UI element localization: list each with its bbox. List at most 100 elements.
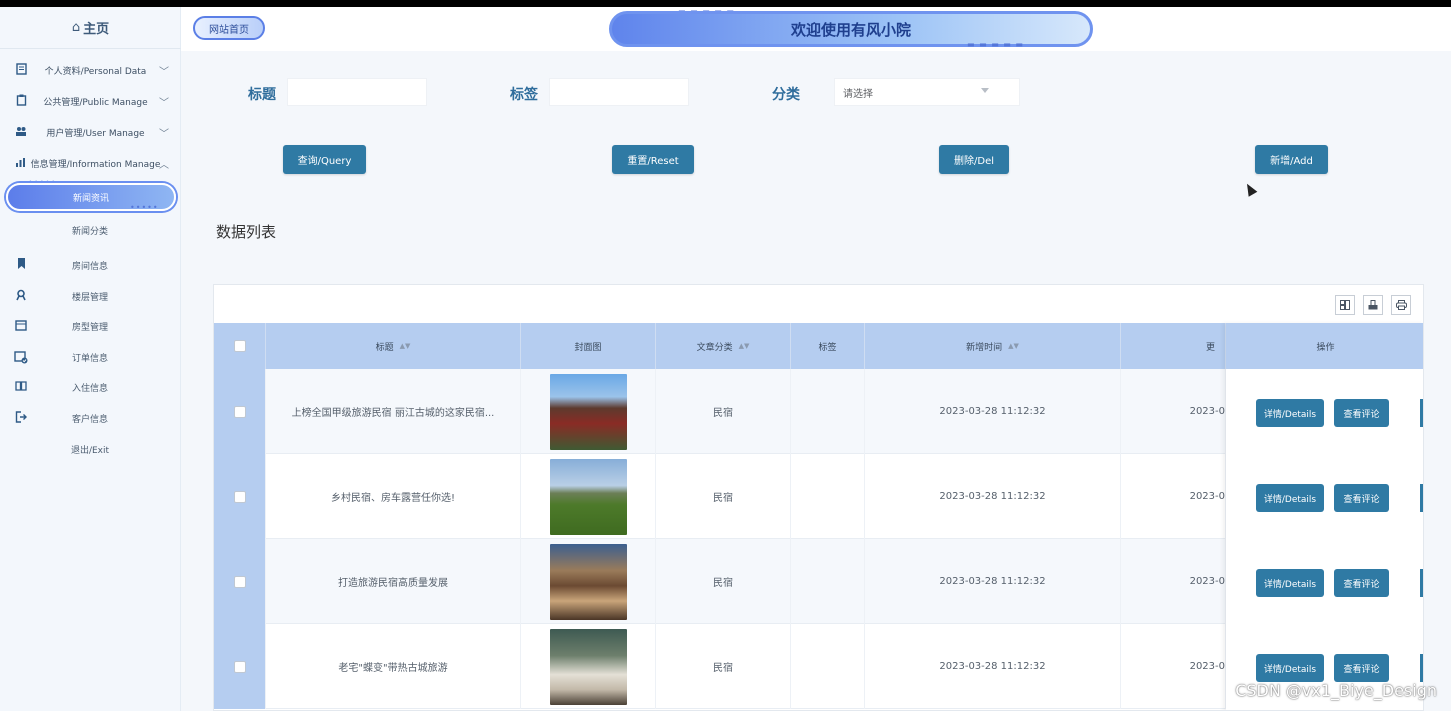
title-filter-input[interactable]	[287, 78, 427, 106]
row-select-cell	[214, 539, 266, 624]
print-icon[interactable]	[1391, 295, 1411, 315]
more-action-button[interactable]	[1420, 399, 1423, 427]
reset-button[interactable]: 重置/Reset	[612, 145, 694, 174]
sidebar-item-label: 新闻分类	[71, 226, 108, 237]
document-icon	[14, 63, 28, 77]
add-button[interactable]: 新增/Add	[1255, 145, 1328, 174]
calendar-icon	[14, 319, 28, 333]
view-comments-button[interactable]: 查看评论	[1334, 569, 1389, 597]
menu-label: 用户管理/User Manage	[46, 128, 145, 139]
created-cell: 2023-03-28 11:12:32	[865, 369, 1121, 454]
view-comments-button[interactable]: 查看评论	[1334, 654, 1389, 682]
bookmark-icon	[14, 258, 28, 272]
row-select-cell	[214, 369, 266, 454]
cover-image	[549, 458, 627, 535]
details-button[interactable]: 详情/Details	[1256, 569, 1324, 597]
more-action-button[interactable]	[1420, 654, 1423, 682]
sidebar-item-customers[interactable]: 客户信息	[0, 403, 181, 433]
columns-icon[interactable]	[1335, 295, 1355, 315]
exit-icon	[14, 411, 28, 425]
query-button[interactable]: 查询/Query	[283, 145, 366, 174]
sort-icon: ▲▼	[399, 342, 411, 350]
chart-icon	[14, 156, 28, 170]
sort-icon: ▲▼	[1008, 342, 1019, 350]
sidebar-item-room-type[interactable]: 房型管理	[0, 311, 181, 341]
delete-button[interactable]: 删除/Del	[939, 145, 1009, 174]
sidebar-item-news-category[interactable]: 新闻分类	[0, 215, 181, 245]
column-header-created[interactable]: 新增时间 ▲▼	[865, 323, 1121, 369]
more-action-button[interactable]	[1420, 569, 1423, 597]
row-checkbox[interactable]	[233, 490, 246, 503]
category-filter-select[interactable]: 请选择	[834, 78, 1020, 106]
welcome-text: 欢迎使用有风小院	[790, 20, 911, 39]
column-header-updated[interactable]: 更	[1121, 323, 1226, 369]
chevron-down-icon: ﹀	[159, 67, 169, 78]
data-table-card: 标题 ▲▼ 封面图 文章分类 ▲▼ 标签 新增时间 ▲▼ 更 上榜全国甲级旅游民宿 丽…	[213, 284, 1424, 711]
menu-personal-data[interactable]: 个人资料/Personal Data ﹀	[0, 55, 181, 85]
sidebar-home-label: 主页	[83, 22, 110, 37]
category-cell: 民宿	[656, 454, 791, 539]
row-checkbox[interactable]	[233, 575, 246, 588]
created-cell: 2023-03-28 11:12:32	[865, 539, 1121, 624]
updated-cell: 2023-0	[1121, 454, 1226, 539]
sidebar-item-floor-manage[interactable]: 楼层管理	[0, 281, 181, 311]
sidebar: ⌂ 主页 个人资料/Personal Data ﹀ 公共管理/Public Ma…	[0, 7, 181, 711]
column-header-title[interactable]: 标题 ▲▼	[266, 323, 521, 369]
tag-cell	[791, 539, 865, 624]
sidebar-item-checkin[interactable]: 入住信息	[0, 372, 181, 402]
cover-cell	[521, 369, 656, 454]
cover-cell	[521, 454, 656, 539]
category-cell: 民宿	[656, 624, 791, 709]
sidebar-item-label: 退出/Exit	[70, 445, 110, 456]
header: 网站首页 ▬ ▬ ▬ ▬ ▬ 欢迎使用有风小院 ▬ ▬ ▬ ▬ ▬	[181, 7, 1451, 51]
watermark-text: CSDN @vx1_Biye_Design	[1235, 681, 1437, 700]
sidebar-item-label: 房型管理	[71, 322, 108, 333]
sidebar-item-label: 房间信息	[71, 261, 108, 272]
calendar-check-icon	[14, 350, 28, 364]
view-comments-button[interactable]: 查看评论	[1334, 399, 1389, 427]
title-cell: 打造旅游民宿高质量发展	[266, 539, 521, 624]
tag-filter-label: 标签	[510, 87, 538, 103]
decor-dots: ▬ ▬ ▬ ▬ ▬	[967, 40, 1024, 49]
cover-cell	[521, 539, 656, 624]
main-content: 标题 标签 分类 请选择 查询/Query 重置/Reset 删除/Del 新增…	[181, 51, 1451, 711]
site-home-button[interactable]: 网站首页	[193, 16, 265, 40]
updated-cell: 2023-0	[1121, 369, 1226, 454]
sidebar-item-label: 楼层管理	[71, 292, 108, 303]
menu-label: 信息管理/Information Manage	[30, 159, 161, 170]
row-checkbox[interactable]	[233, 660, 246, 673]
column-header-actions: 操作	[1226, 323, 1423, 369]
title-cell: 老宅"蝶变"带热古城旅游	[266, 624, 521, 709]
select-all-checkbox[interactable]	[233, 340, 246, 352]
sidebar-item-exit[interactable]: 退出/Exit	[0, 434, 181, 464]
row-select-cell	[214, 624, 266, 709]
export-icon[interactable]	[1363, 295, 1383, 315]
sidebar-item-label: 订单信息	[71, 353, 108, 364]
menu-information-manage[interactable]: 信息管理/Information Manage ︿	[0, 148, 181, 178]
cover-image	[549, 373, 627, 450]
sidebar-home[interactable]: ⌂ 主页	[0, 7, 181, 49]
sidebar-item-label: 客户信息	[71, 414, 108, 425]
column-header-tag: 标签	[791, 323, 865, 369]
tag-cell	[791, 624, 865, 709]
updated-cell: 2023-0	[1121, 539, 1226, 624]
decor-dots: •••••	[130, 203, 159, 212]
menu-public-manage[interactable]: 公共管理/Public Manage ﹀	[0, 86, 181, 116]
cover-cell	[521, 624, 656, 709]
view-comments-button[interactable]: 查看评论	[1334, 484, 1389, 512]
category-cell: 民宿	[656, 539, 791, 624]
details-button[interactable]: 详情/Details	[1256, 484, 1324, 512]
caret-down-icon	[981, 88, 989, 93]
sidebar-item-room-info[interactable]: 房间信息	[0, 250, 181, 280]
more-action-button[interactable]	[1420, 484, 1423, 512]
row-checkbox[interactable]	[233, 405, 246, 418]
details-button[interactable]: 详情/Details	[1256, 654, 1324, 682]
chevron-down-icon: ﹀	[159, 129, 169, 140]
menu-user-manage[interactable]: 用户管理/User Manage ﹀	[0, 117, 181, 147]
sidebar-item-orders[interactable]: 订单信息	[0, 342, 181, 372]
tag-filter-input[interactable]	[549, 78, 689, 106]
column-header-category[interactable]: 文章分类 ▲▼	[656, 323, 791, 369]
title-cell: 上榜全国甲级旅游民宿 丽江古城的这家民宿...	[266, 369, 521, 454]
window-top-bar	[0, 0, 1451, 7]
details-button[interactable]: 详情/Details	[1256, 399, 1324, 427]
